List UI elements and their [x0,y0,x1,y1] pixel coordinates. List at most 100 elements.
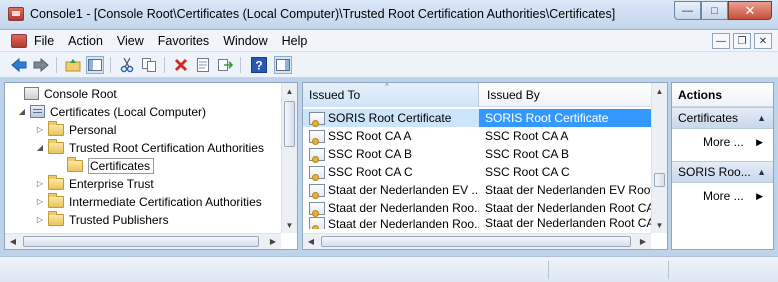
issued-by-cell: SSC Root CA B [485,147,570,161]
tree-item-intermediate-ca[interactable]: ▷ Intermediate Certification Authorities [35,192,262,210]
scroll-left-icon[interactable]: ◀ [5,234,21,249]
menu-file[interactable]: File [34,34,62,48]
show-hide-action-pane-icon[interactable] [274,56,292,74]
show-hide-tree-icon[interactable] [86,56,104,74]
list-vertical-scrollbar[interactable]: ▲ ▼ [651,83,667,233]
actions-group-soris-root[interactable]: SORIS Roo... ▲ [672,161,773,183]
tree-expander[interactable]: ▷ [35,197,45,206]
tree-horizontal-scrollbar[interactable]: ◀ ▶ [5,233,281,249]
table-row[interactable]: Staat der Nederlanden Roo... Staat der N… [303,217,651,229]
scroll-up-icon[interactable]: ▲ [282,83,297,99]
actions-group-title: Certificates [678,111,739,125]
mmc-app-icon[interactable] [8,7,24,21]
scroll-left-icon[interactable]: ◀ [303,234,319,249]
scroll-down-icon[interactable]: ▼ [652,217,667,233]
sort-ascending-icon: ^ [385,82,389,91]
scroll-right-icon[interactable]: ▶ [265,234,281,249]
table-row[interactable]: Staat der Nederlanden EV ... Staat der N… [303,181,651,199]
close-button[interactable]: ✕ [728,1,772,20]
scroll-right-icon[interactable]: ▶ [635,234,651,249]
console-tree-pane[interactable]: Console Root ◢ Certificates (Local Compu… [4,82,298,250]
action-more-soris-root[interactable]: More ... ▶ [672,187,773,205]
column-label: Issued By [487,88,540,102]
console-document-icon[interactable] [11,34,27,48]
certificate-icon [309,201,325,217]
certificate-icon [309,165,325,181]
properties-icon[interactable] [194,56,212,74]
back-arrow-icon[interactable] [10,56,28,74]
cut-icon[interactable] [118,56,136,74]
column-header-issued-by[interactable]: Issued By [481,83,651,107]
tree-expander[interactable]: ▷ [35,215,45,224]
tree-item-label: Certificates [88,157,155,174]
submenu-arrow-icon: ▶ [756,190,763,201]
window-title: Console1 - [Console Root\Certificates (L… [30,7,616,21]
scroll-down-icon[interactable]: ▼ [282,217,297,233]
issued-to-cell: SSC Root CA C [328,165,413,179]
submenu-arrow-icon: ▶ [756,136,763,147]
menu-bar: File Action View Favorites Window Help —… [0,30,778,52]
issued-by-cell: SSC Root CA A [485,129,569,143]
column-header-issued-to[interactable]: ^ Issued To [303,82,479,107]
list-horizontal-scrollbar[interactable]: ◀ ▶ [303,233,651,249]
collapse-up-icon[interactable]: ▲ [757,113,766,123]
tree-expander[interactable]: ▷ [35,179,45,188]
tree-item-console-root[interactable]: Console Root [11,85,117,102]
tree-item-certificates-local-computer[interactable]: ◢ Certificates (Local Computer) [17,103,206,120]
scroll-thumb[interactable] [654,173,665,187]
tree-item-personal[interactable]: ▷ Personal [35,120,116,138]
table-row[interactable]: SSC Root CA A SSC Root CA A [303,127,651,145]
action-label: More ... [703,189,744,203]
menu-help[interactable]: Help [282,34,316,48]
mdi-close-button[interactable]: ✕ [754,33,772,49]
tree-item-certificates[interactable]: Certificates [67,156,155,174]
tree-item-label: Intermediate Certification Authorities [69,194,262,209]
menu-action[interactable]: Action [68,34,111,48]
table-row[interactable]: SSC Root CA C SSC Root CA C [303,163,651,181]
tree-expander[interactable]: ◢ [17,107,27,116]
list-header: ^ Issued To Issued By [303,82,651,107]
action-more-certificates[interactable]: More ... ▶ [672,133,773,151]
export-icon[interactable] [216,56,234,74]
minimize-button[interactable]: — [674,1,701,20]
up-folder-icon[interactable] [64,56,82,74]
table-row[interactable]: SSC Root CA B SSC Root CA B [303,145,651,163]
scroll-thumb[interactable] [23,236,259,247]
mdi-controls: — ❐ ✕ [712,33,772,49]
mdi-minimize-button[interactable]: — [712,33,730,49]
tree-item-trusted-root-ca[interactable]: ◢ Trusted Root Certification Authorities [35,138,264,156]
collapse-up-icon[interactable]: ▲ [757,167,766,177]
tree-expander[interactable]: ▷ [35,125,45,134]
certificate-icon [309,147,325,163]
issued-to-cell: Staat der Nederlanden Roo... [328,201,479,215]
title-bar: Console1 - [Console Root\Certificates (L… [0,0,778,30]
menu-favorites[interactable]: Favorites [158,34,217,48]
actions-pane: Actions Certificates ▲ More ... ▶ SORIS … [671,82,774,250]
maximize-button[interactable]: □ [701,1,728,20]
certificate-store-icon [30,105,45,118]
menu-window[interactable]: Window [223,34,275,48]
scroll-thumb[interactable] [284,101,295,147]
table-row[interactable]: Staat der Nederlanden Roo... Staat der N… [303,199,651,217]
issued-by-cell: Staat der Nederlanden Root CA [485,201,651,215]
copy-icon[interactable] [140,56,158,74]
tree-expander[interactable]: ◢ [35,143,45,152]
forward-arrow-icon[interactable] [32,56,50,74]
status-bar [0,256,778,282]
scroll-up-icon[interactable]: ▲ [652,83,667,99]
certificate-list-pane[interactable]: ^ Issued To Issued By SORIS Root Certifi… [302,82,668,250]
tree-item-trusted-publishers[interactable]: ▷ Trusted Publishers [35,210,169,228]
menu-view[interactable]: View [117,34,152,48]
issued-by-cell: Staat der Nederlanden Root CA [485,217,651,229]
mdi-restore-button[interactable]: ❐ [733,33,751,49]
scroll-thumb[interactable] [321,236,631,247]
folder-icon [48,192,64,208]
tree-item-enterprise-trust[interactable]: ▷ Enterprise Trust [35,174,154,192]
folder-icon [48,120,64,136]
delete-icon[interactable] [172,56,190,74]
actions-group-certificates[interactable]: Certificates ▲ [672,107,773,129]
tree-vertical-scrollbar[interactable]: ▲ ▼ [281,83,297,233]
table-row[interactable]: SORIS Root Certificate SORIS Root Certif… [303,109,651,127]
help-icon[interactable]: ? [250,56,268,74]
window-controls: — □ ✕ [674,1,772,20]
